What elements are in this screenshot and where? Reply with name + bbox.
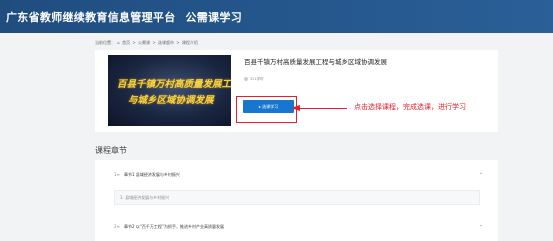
chapter-row[interactable]: 2≡ 章节2 以“百千万工程”为抓手，推进乡村产业高质量发展 ⌄ xyxy=(95,222,498,234)
chapter-title: 章节2 以“百千万工程”为抓手，推进乡村产业高质量发展 xyxy=(124,224,224,229)
course-meta: 321学时 xyxy=(244,77,264,82)
chapter-number: 1≡ xyxy=(114,172,120,177)
breadcrumb-separator: > xyxy=(176,40,180,45)
hours-icon xyxy=(244,77,248,81)
chevron-down-icon[interactable]: ⌄ xyxy=(479,222,483,228)
course-hours: 321学时 xyxy=(250,77,264,81)
breadcrumb-item-home[interactable]: 首页 xyxy=(122,40,130,45)
breadcrumb-prefix: 当前位置： xyxy=(95,40,115,45)
annotation-arrow xyxy=(300,108,347,109)
chapter-number: 2≡ xyxy=(114,224,120,229)
chapters-panel: 1≡ 章节1 县域经济发展与乡村振兴 ⌄ 1. 县域经济发展与乡村振兴 2≡ 章… xyxy=(95,160,498,241)
top-header-bar: 广东省教师继续教育信息管理平台 公需课学习 xyxy=(0,0,553,33)
section-item[interactable]: 1. 县域经济发展与乡村振兴 xyxy=(114,190,480,205)
site-brand[interactable]: 广东省教师继续教育信息管理平台 公需课学习 xyxy=(6,9,242,25)
breadcrumb-item-intro: 课程介绍 xyxy=(181,40,198,45)
course-title: 百县千镇万村高质量发展工程与城乡区域协调发展 xyxy=(244,58,387,66)
banner-line-2: 与城乡区域协调发展 xyxy=(128,95,214,106)
site-title: 广东省教师继续教育信息管理平台 xyxy=(6,11,176,24)
breadcrumb-separator: > xyxy=(132,40,136,45)
chapters-heading: 课程章节 xyxy=(95,146,127,155)
section-title: 公需课学习 xyxy=(185,11,242,24)
breadcrumb-separator: > xyxy=(152,40,156,45)
home-icon: ⌂ xyxy=(117,40,120,45)
breadcrumb-item-market[interactable]: 选课超市 xyxy=(158,40,174,45)
section-title: 1. 县域经济发展与乡村振兴 xyxy=(120,195,170,200)
annotation-text: 点击选择课程，完成选课，进行学习 xyxy=(354,103,466,111)
arrow-head-icon xyxy=(291,105,300,111)
course-banner-image: 百县千镇万村高质量发展工程 与城乡区域协调发展 xyxy=(108,55,231,126)
highlight-box xyxy=(236,96,297,123)
banner-line-1: 百县千镇万村高质量发展工程 xyxy=(117,79,231,90)
chevron-down-icon[interactable]: ⌄ xyxy=(479,170,483,176)
chapter-row[interactable]: 1≡ 章节1 县域经济发展与乡村振兴 ⌄ xyxy=(95,170,498,182)
chapter-title: 章节1 县域经济发展与乡村振兴 xyxy=(124,172,180,177)
breadcrumb: 当前位置： ⌂ 首页 > 公需课 > 选课超市 > 课程介绍 xyxy=(95,40,199,46)
breadcrumb-item-public[interactable]: 公需课 xyxy=(138,40,150,45)
